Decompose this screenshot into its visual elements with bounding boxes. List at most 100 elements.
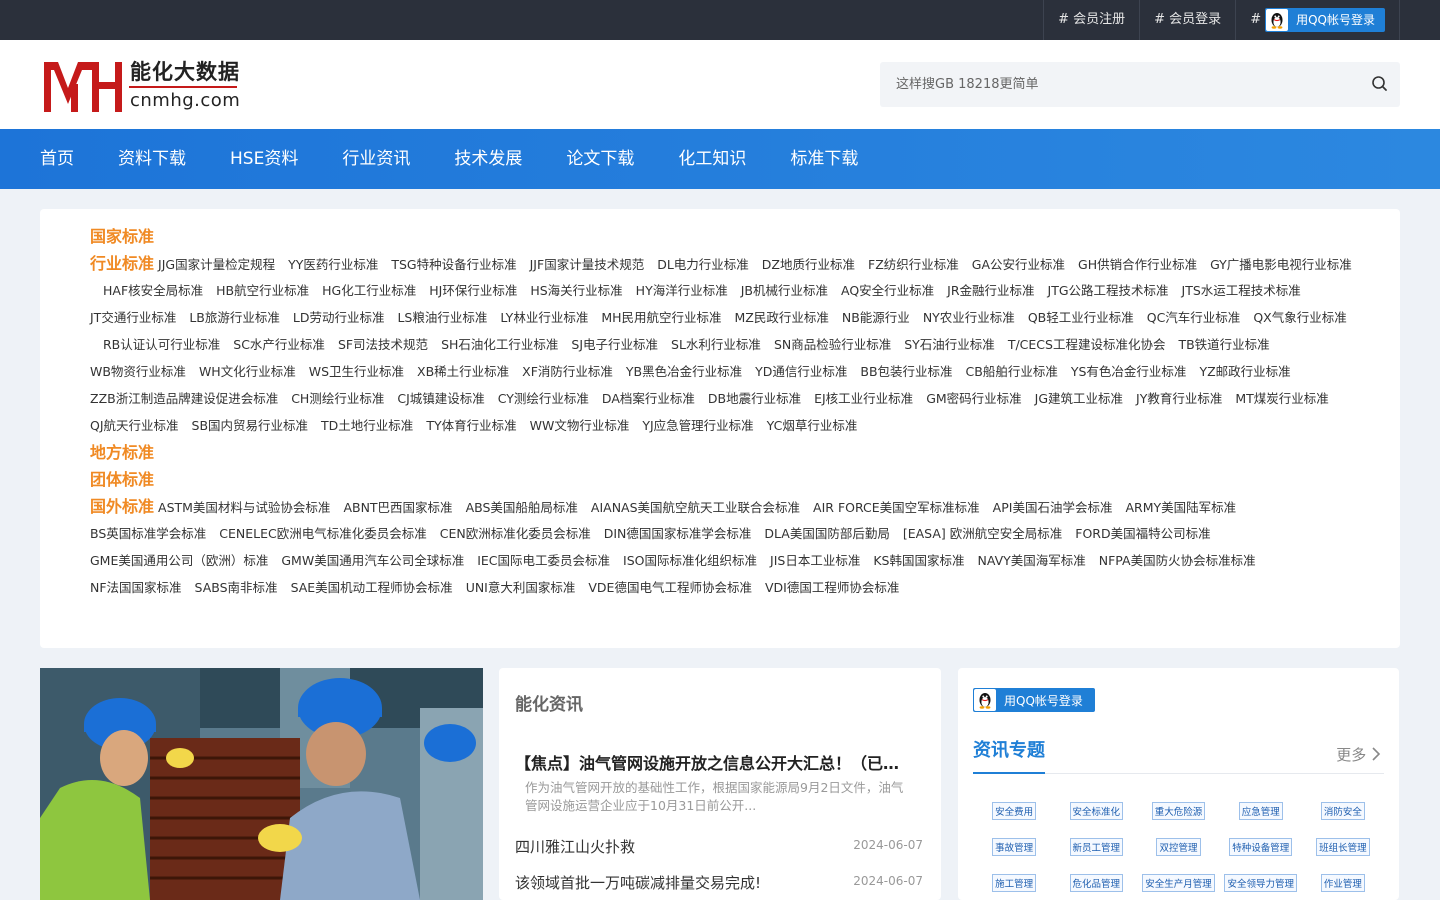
standard-link[interactable]: JY教育行业标准	[1136, 391, 1222, 406]
standard-link[interactable]: HB航空行业标准	[216, 283, 309, 298]
standard-link[interactable]: YB黑色冶金行业标准	[626, 364, 742, 379]
standard-link[interactable]: ASTM美国材料与试验协会标准	[158, 500, 330, 515]
standard-link[interactable]: T/CECS工程建设标准化协会	[1008, 337, 1166, 352]
standard-link[interactable]: EJ核工业行业标准	[814, 391, 913, 406]
standard-link[interactable]: SH石油化工行业标准	[441, 337, 558, 352]
nav-item-standards[interactable]: 标准下载	[790, 129, 858, 189]
standard-link[interactable]: HJ环保行业标准	[429, 283, 517, 298]
standard-link[interactable]: HAF核安全局标准	[103, 283, 203, 298]
standard-link[interactable]: WS卫生行业标准	[309, 364, 404, 379]
nav-item-downloads[interactable]: 资料下载	[118, 129, 186, 189]
nav-item-chem-knowledge[interactable]: 化工知识	[678, 129, 746, 189]
standard-link[interactable]: SAE美国机动工程师协会标准	[291, 580, 453, 595]
standard-link[interactable]: DL电力行业标准	[657, 257, 749, 272]
standard-link[interactable]: XF消防行业标准	[522, 364, 613, 379]
standard-link[interactable]: MH民用航空行业标准	[601, 310, 721, 325]
news-list-item[interactable]: 四川雅江山火扑救 2024-06-07	[515, 836, 923, 860]
standard-link[interactable]: JR金融行业标准	[947, 283, 1034, 298]
search-icon[interactable]	[1370, 74, 1390, 94]
standard-link[interactable]: CEN欧洲标准化委员会标准	[440, 526, 591, 541]
nav-item-tech[interactable]: 技术发展	[454, 129, 522, 189]
standard-link[interactable]: GM密码行业标准	[926, 391, 1021, 406]
standard-link[interactable]: DIN德国国家标准学会标准	[604, 526, 752, 541]
standard-link[interactable]: GA公安行业标准	[972, 257, 1065, 272]
category-industry[interactable]: 行业标准	[90, 254, 154, 273]
standard-link[interactable]: CB船舶行业标准	[966, 364, 1058, 379]
topic-tag[interactable]: 安全费用	[992, 802, 1037, 820]
standard-link[interactable]: SY石油行业标准	[904, 337, 995, 352]
standard-link[interactable]: TB铁道行业标准	[1178, 337, 1269, 352]
topic-tag[interactable]: 双控管理	[1156, 838, 1201, 856]
standard-link[interactable]: FORD美国福特公司标准	[1075, 526, 1210, 541]
topic-tag[interactable]: 安全生产月管理	[1142, 874, 1215, 892]
standard-link[interactable]: CY测绘行业标准	[498, 391, 589, 406]
standard-link[interactable]: CH测绘行业标准	[291, 391, 384, 406]
standard-link[interactable]: DA档案行业标准	[602, 391, 695, 406]
standard-link[interactable]: ARMY美国陆军标准	[1125, 500, 1236, 515]
standard-link[interactable]: LD劳动行业标准	[293, 310, 385, 325]
standard-link[interactable]: VDI德国工程师协会标准	[765, 580, 899, 595]
nav-item-papers[interactable]: 论文下载	[566, 129, 634, 189]
standard-link[interactable]: TD土地行业标准	[321, 418, 413, 433]
nav-item-hse[interactable]: HSE资料	[230, 129, 298, 189]
standard-link[interactable]: BB包装行业标准	[860, 364, 952, 379]
standard-link[interactable]: QC汽车行业标准	[1147, 310, 1241, 325]
standard-link[interactable]: JT交通行业标准	[90, 310, 176, 325]
standard-link[interactable]: YD通信行业标准	[755, 364, 847, 379]
topic-tag[interactable]: 作业管理	[1320, 874, 1365, 892]
standard-link[interactable]: SJ电子行业标准	[571, 337, 658, 352]
topic-tag[interactable]: 事故管理	[992, 838, 1037, 856]
category-local[interactable]: 地方标准	[90, 443, 154, 462]
standard-link[interactable]: NY农业行业标准	[923, 310, 1015, 325]
standard-link[interactable]: ABNT巴西国家标准	[343, 500, 452, 515]
topic-tag[interactable]: 安全领导力管理	[1224, 874, 1297, 892]
qq-login-link[interactable]: # 用QQ帐号登录	[1235, 0, 1400, 40]
standard-link[interactable]: LS粮油行业标准	[397, 310, 487, 325]
standard-link[interactable]: UNI意大利国家标准	[466, 580, 576, 595]
featured-photo[interactable]	[40, 668, 483, 900]
standard-link[interactable]: HS海关行业标准	[530, 283, 622, 298]
qq-login-button-sidebar[interactable]: 用QQ帐号登录	[973, 688, 1095, 712]
nav-item-home[interactable]: 首页	[40, 129, 74, 189]
standard-link[interactable]: DB地震行业标准	[708, 391, 801, 406]
topic-tag[interactable]: 应急管理	[1238, 802, 1283, 820]
standard-link[interactable]: QB轻工业行业标准	[1028, 310, 1134, 325]
standard-link[interactable]: JJF国家计量技术规范	[530, 257, 645, 272]
standard-link[interactable]: MZ民政行业标准	[735, 310, 829, 325]
standard-link[interactable]: CENELEC欧洲电气标准化委员会标准	[219, 526, 426, 541]
standard-link[interactable]: JB机械行业标准	[741, 283, 828, 298]
standard-link[interactable]: SL水利行业标准	[671, 337, 761, 352]
standard-link[interactable]: HY海洋行业标准	[636, 283, 728, 298]
qq-login-button[interactable]: 用QQ帐号登录	[1265, 8, 1385, 32]
more-link[interactable]: 更多	[1336, 744, 1381, 765]
register-link[interactable]: # 会员注册	[1043, 0, 1139, 40]
standard-link[interactable]: IEC国际电工委员会标准	[477, 553, 610, 568]
standard-link[interactable]: DZ地质行业标准	[762, 257, 855, 272]
standard-link[interactable]: ABS美国船舶局标准	[466, 500, 578, 515]
standard-link[interactable]: LY林业行业标准	[500, 310, 588, 325]
category-group[interactable]: 团体标准	[90, 470, 154, 489]
standard-link[interactable]: SABS南非标准	[195, 580, 278, 595]
standard-link[interactable]: JJG国家计量检定规程	[158, 257, 275, 272]
login-link[interactable]: # 会员登录	[1139, 0, 1235, 40]
standard-link[interactable]: AQ安全行业标准	[841, 283, 934, 298]
standard-link[interactable]: YY医药行业标准	[288, 257, 378, 272]
category-national[interactable]: 国家标准	[90, 227, 154, 246]
standard-link[interactable]: SB国内贸易行业标准	[192, 418, 309, 433]
standard-link[interactable]: SC水产行业标准	[233, 337, 325, 352]
standard-link[interactable]: MT煤炭行业标准	[1235, 391, 1328, 406]
standard-link[interactable]: JIS日本工业标准	[770, 553, 860, 568]
standard-link[interactable]: SF司法技术规范	[338, 337, 428, 352]
topic-tag[interactable]: 班组长管理	[1316, 838, 1370, 856]
news-headline-link[interactable]: 【焦点】油气管网设施开放之信息公开大汇总！（已更新至10月31日）	[515, 750, 915, 774]
standard-link[interactable]: YC烟草行业标准	[767, 418, 858, 433]
standard-link[interactable]: GY广播电影电视行业标准	[1210, 257, 1352, 272]
standard-link[interactable]: KS韩国国家标准	[873, 553, 964, 568]
standard-link[interactable]: [EASA] 欧洲航空安全局标准	[903, 526, 1062, 541]
standard-link[interactable]: GMW美国通用汽车公司全球标准	[281, 553, 464, 568]
standard-link[interactable]: API美国石油学会标准	[993, 500, 1113, 515]
standard-link[interactable]: YJ应急管理行业标准	[642, 418, 753, 433]
standard-link[interactable]: JG建筑工业标准	[1035, 391, 1123, 406]
standard-link[interactable]: QX气象行业标准	[1253, 310, 1346, 325]
topic-tag[interactable]: 新员工管理	[1069, 838, 1124, 856]
